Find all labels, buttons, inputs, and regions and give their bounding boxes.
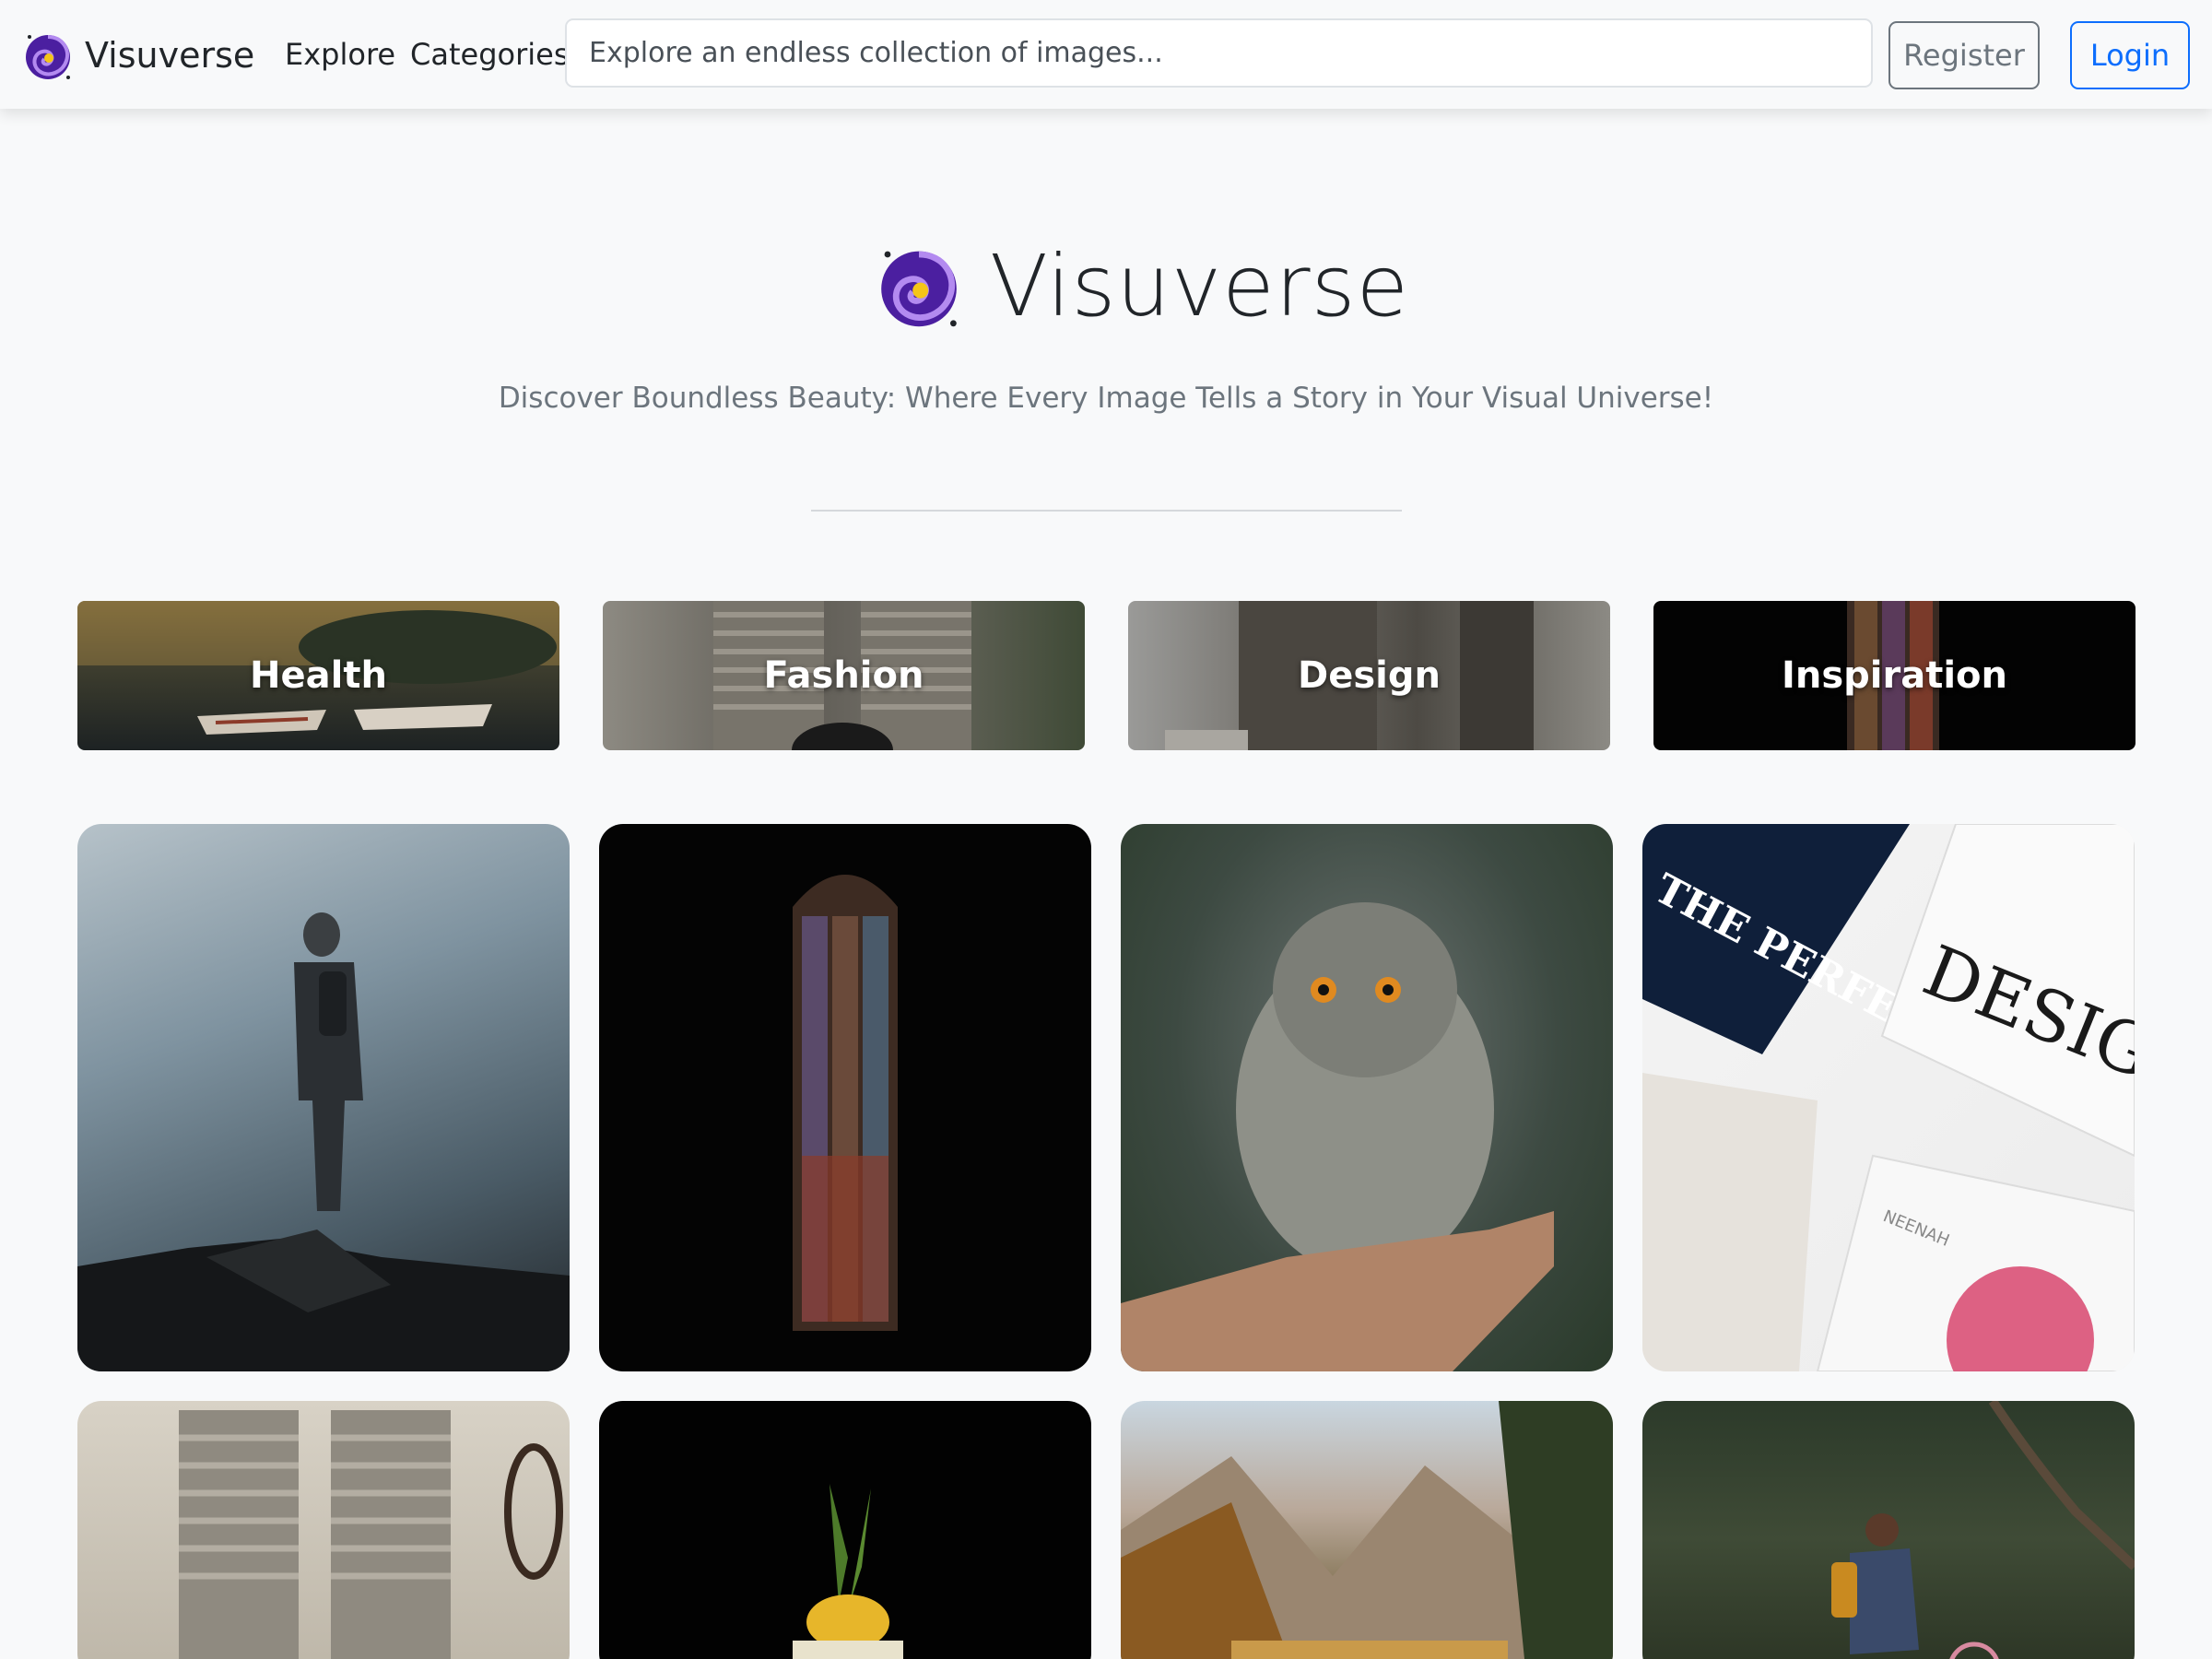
section-divider bbox=[811, 510, 1402, 512]
cyclist-photo bbox=[1831, 1401, 2135, 1659]
top-navbar: Visuverse Explore Categories Register Lo… bbox=[0, 0, 2212, 109]
gallery-image-pineapple-drink[interactable] bbox=[599, 1401, 1091, 1659]
hero-heading: Visuverse bbox=[872, 235, 1409, 336]
mountain-photo bbox=[1121, 1401, 1613, 1659]
magazines-photo: THE PERFECT CANVAS DESIG NEENAH bbox=[1642, 824, 2135, 1371]
category-card-fashion[interactable]: Fashion bbox=[603, 601, 1085, 750]
register-button[interactable]: Register bbox=[1888, 21, 2040, 89]
nav-explore[interactable]: Explore bbox=[285, 37, 395, 72]
hero-title: Visuverse bbox=[990, 236, 1410, 335]
gallery-image-shutters[interactable] bbox=[77, 1401, 570, 1659]
category-card-health[interactable]: Health bbox=[77, 601, 559, 750]
category-label: Inspiration bbox=[1781, 654, 2008, 697]
gallery-image-design-magazines[interactable]: THE PERFECT CANVAS DESIG NEENAH bbox=[1642, 824, 2135, 1371]
category-card-inspiration[interactable]: Inspiration bbox=[1653, 601, 2136, 750]
drink-photo bbox=[793, 1484, 903, 1659]
hiker-photo bbox=[77, 912, 570, 1371]
category-label: Fashion bbox=[763, 654, 924, 697]
login-button[interactable]: Login bbox=[2070, 21, 2190, 89]
category-label: Design bbox=[1298, 654, 1441, 697]
hero-subtitle: Discover Boundless Beauty: Where Every I… bbox=[498, 382, 1714, 415]
category-card-design[interactable]: Design bbox=[1128, 601, 1610, 750]
gallery-image-cyclist[interactable] bbox=[1642, 1401, 2135, 1659]
gallery-image-hiker[interactable] bbox=[77, 824, 570, 1371]
gallery-image-mountain-lake[interactable] bbox=[1121, 1401, 1613, 1659]
nav-categories[interactable]: Categories bbox=[410, 37, 569, 72]
galaxy-icon bbox=[881, 251, 957, 327]
galaxy-icon bbox=[26, 35, 70, 79]
gallery-image-stained-glass[interactable] bbox=[599, 824, 1091, 1371]
gallery-image-owl[interactable] bbox=[1121, 824, 1613, 1371]
stained-glass-photo bbox=[793, 875, 898, 1331]
category-label: Health bbox=[250, 654, 387, 697]
search-input[interactable] bbox=[565, 18, 1873, 88]
owl-photo bbox=[1121, 902, 1554, 1371]
brand-link[interactable]: Visuverse bbox=[20, 28, 254, 83]
brand-name: Visuverse bbox=[85, 35, 255, 76]
shutters-photo bbox=[179, 1410, 563, 1659]
